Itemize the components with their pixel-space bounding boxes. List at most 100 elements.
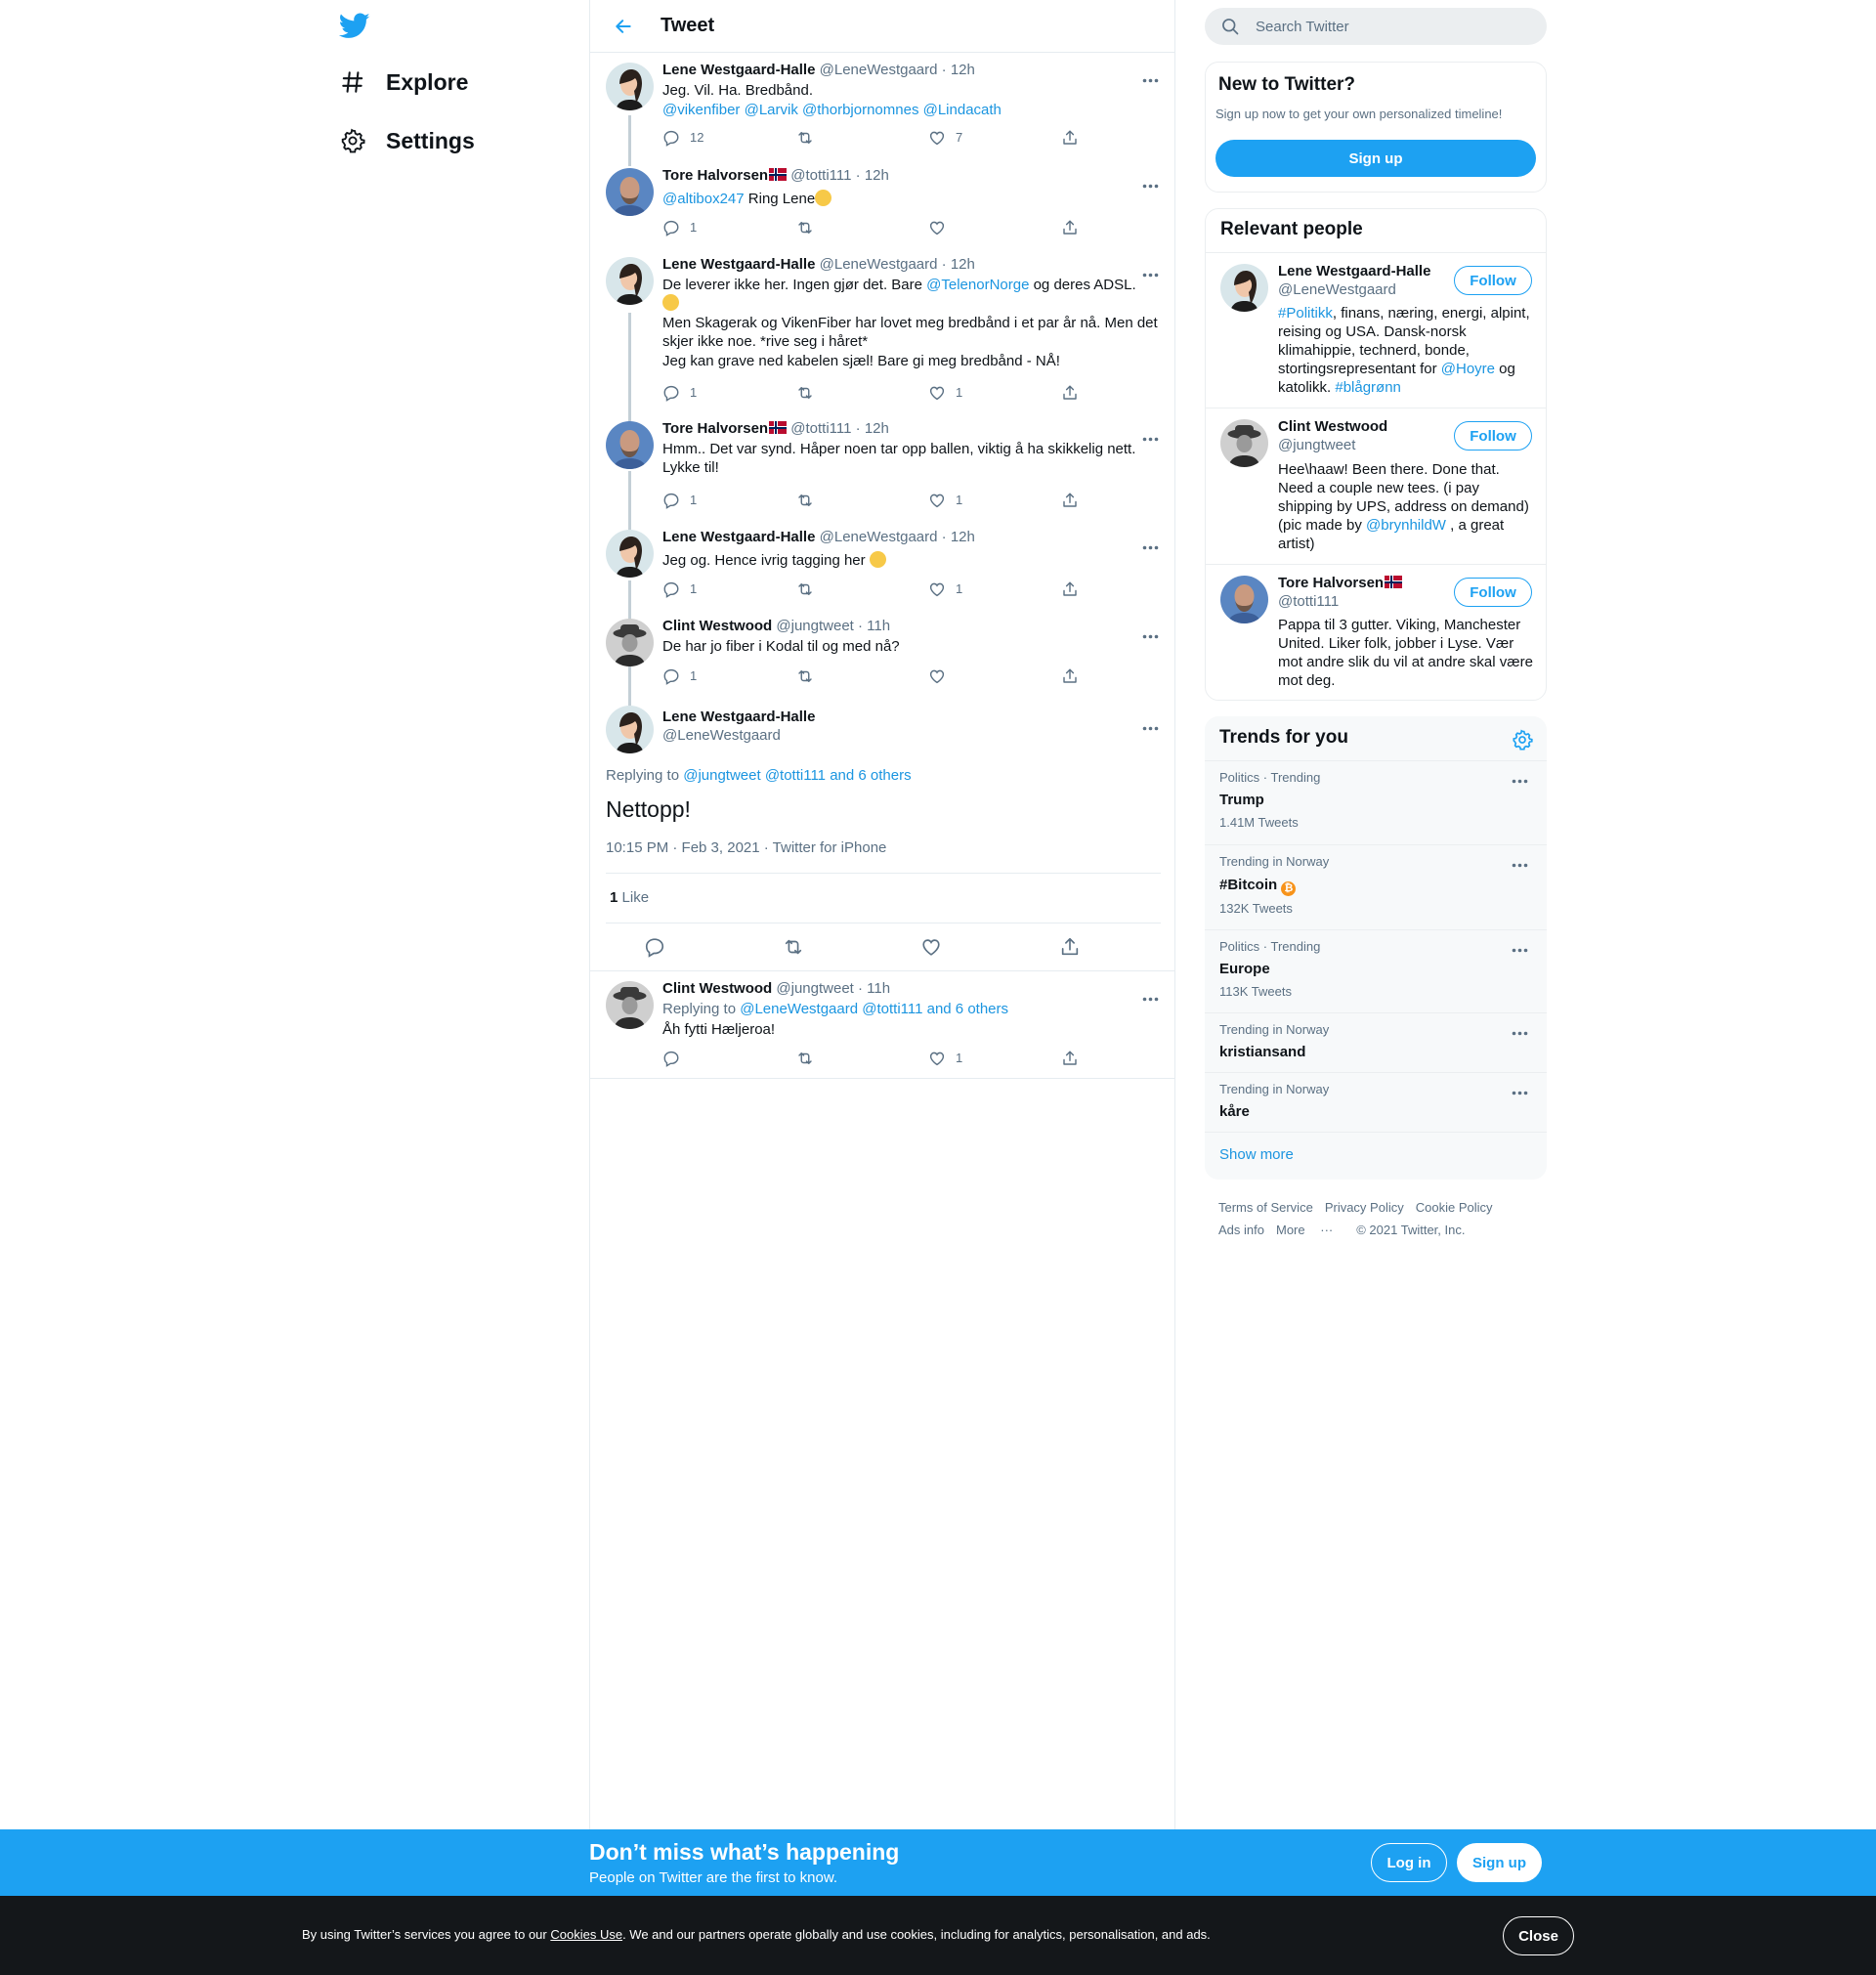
more-options-icon[interactable]	[1512, 855, 1531, 875]
retweet-button[interactable]	[782, 936, 805, 963]
like-button[interactable]: 1	[928, 492, 962, 511]
reply-button[interactable]: 1	[662, 384, 697, 404]
retweet-button[interactable]	[795, 219, 815, 238]
cookies-use-link[interactable]: Cookies Use	[550, 1927, 622, 1942]
avatar[interactable]	[1220, 576, 1268, 623]
cookie-policy-link[interactable]: Cookie Policy	[1416, 1200, 1493, 1215]
share-button[interactable]	[1061, 580, 1079, 600]
reply-button[interactable]	[662, 1050, 680, 1069]
trend-item[interactable]: Trending in Norway kristiansand	[1205, 1012, 1547, 1072]
search-bar[interactable]: Search Twitter	[1205, 8, 1547, 45]
person-item[interactable]: Tore Halvorsen @totti111 Follow Pappa ti…	[1206, 564, 1546, 700]
avatar[interactable]	[606, 63, 654, 110]
author-handle[interactable]: @jungtweet	[776, 618, 853, 634]
retweet-button[interactable]	[795, 667, 815, 687]
like-stat[interactable]: 1 Like	[610, 889, 649, 906]
reply-button[interactable]: 12	[662, 129, 704, 149]
tweet[interactable]: Tore Halvorsen @totti111 · 12h @altibox2…	[590, 158, 1175, 247]
more-options-icon[interactable]	[1140, 537, 1160, 557]
author-name[interactable]: Clint Westwood	[662, 618, 772, 634]
trend-item[interactable]: Politics · Trending Trump 1.41M Tweets	[1205, 760, 1547, 844]
follow-button[interactable]: Follow	[1454, 421, 1532, 451]
person-name[interactable]: Clint Westwood	[1278, 418, 1387, 435]
tweet[interactable]: Clint Westwood @jungtweet · 11h Replying…	[590, 971, 1175, 1079]
more-options-icon[interactable]	[1140, 176, 1160, 195]
tweet[interactable]: Lene Westgaard-Halle @LeneWestgaard · 12…	[590, 247, 1175, 411]
follow-button[interactable]: Follow	[1454, 266, 1532, 295]
mention-link[interactable]: @TelenorNorge	[926, 277, 1029, 293]
author-handle[interactable]: @LeneWestgaard	[662, 727, 781, 744]
tweet[interactable]: Tore Halvorsen @totti111 · 12h Hmm.. Det…	[590, 411, 1175, 520]
timestamp[interactable]: · 12h	[942, 529, 975, 545]
person-item[interactable]: Clint Westwood @jungtweet Follow Hee\haa…	[1206, 408, 1546, 564]
author-handle[interactable]: @jungtweet	[776, 980, 853, 997]
show-more-link[interactable]: Show more	[1219, 1146, 1294, 1163]
timestamp[interactable]: · 12h	[942, 62, 975, 78]
share-button[interactable]	[1061, 384, 1079, 404]
mention-links[interactable]: @vikenfiber @Larvik @thorbjornomnes @Lin…	[662, 101, 1161, 119]
replying-to-links[interactable]: @LeneWestgaard @totti111 and 6 others	[740, 1001, 1008, 1017]
share-button[interactable]	[1061, 219, 1079, 238]
like-button[interactable]: 1	[928, 1050, 962, 1069]
more-options-icon[interactable]	[1512, 1023, 1531, 1043]
tweet[interactable]: Clint Westwood @jungtweet · 11h De har j…	[590, 609, 1175, 696]
tweet-meta[interactable]: 10:15 PM · Feb 3, 2021 · Twitter for iPh…	[606, 839, 886, 856]
avatar[interactable]	[606, 257, 654, 305]
share-button[interactable]	[1061, 129, 1079, 149]
avatar[interactable]	[1220, 419, 1268, 467]
share-button[interactable]	[1061, 1050, 1079, 1069]
replying-to-links[interactable]: @jungtweet @totti111 and 6 others	[683, 767, 911, 784]
timestamp[interactable]: · 11h	[858, 980, 890, 997]
more-options-icon[interactable]	[1140, 626, 1160, 646]
signup-button[interactable]: Sign up	[1215, 140, 1536, 177]
mention-link[interactable]: @altibox247	[662, 191, 745, 207]
author-name[interactable]: Lene Westgaard-Halle	[662, 529, 815, 545]
more-options-icon[interactable]	[1140, 70, 1160, 90]
mention-link[interactable]: @brynhildW	[1366, 517, 1446, 534]
author-name[interactable]: Tore Halvorsen	[662, 167, 768, 184]
like-button[interactable]: 1	[928, 384, 962, 404]
more-options-icon[interactable]	[1140, 989, 1160, 1009]
reply-button[interactable]: 1	[662, 667, 697, 687]
author-name[interactable]: Lene Westgaard-Halle	[662, 708, 815, 725]
share-button[interactable]	[1059, 936, 1081, 963]
more-options-icon[interactable]	[1512, 771, 1531, 791]
author-name[interactable]: Tore Halvorsen	[662, 420, 768, 437]
follow-button[interactable]: Follow	[1454, 578, 1532, 607]
twitter-logo-icon[interactable]	[338, 10, 372, 43]
signup-button[interactable]: Sign up	[1457, 1843, 1542, 1882]
like-button[interactable]: 7	[928, 129, 962, 149]
retweet-button[interactable]	[795, 129, 825, 149]
trend-item[interactable]: Trending in Norway #Bitcoin ₿ 132K Tweet…	[1205, 844, 1547, 929]
person-name[interactable]: Tore Halvorsen	[1278, 575, 1384, 591]
ads-info-link[interactable]: Ads info	[1218, 1223, 1264, 1237]
more-link[interactable]: More ···	[1276, 1223, 1344, 1237]
author-name[interactable]: Clint Westwood	[662, 980, 772, 997]
avatar[interactable]	[606, 706, 654, 753]
login-button[interactable]: Log in	[1371, 1843, 1447, 1882]
reply-button[interactable]	[644, 936, 665, 963]
avatar[interactable]	[606, 168, 654, 216]
like-button[interactable]	[928, 219, 946, 238]
mention-link[interactable]: @Hoyre	[1441, 361, 1495, 377]
retweet-button[interactable]	[795, 384, 815, 404]
trend-item[interactable]: Trending in Norway kåre	[1205, 1072, 1547, 1132]
reply-button[interactable]: 1	[662, 580, 697, 600]
person-handle[interactable]: @totti111	[1278, 593, 1339, 610]
avatar[interactable]	[606, 981, 654, 1029]
share-button[interactable]	[1061, 492, 1079, 511]
trend-item[interactable]: Politics · Trending Europe 113K Tweets	[1205, 929, 1547, 1012]
timestamp[interactable]: · 12h	[856, 167, 889, 184]
avatar[interactable]	[606, 619, 654, 666]
more-options-icon[interactable]	[1512, 940, 1531, 960]
person-handle[interactable]: @LeneWestgaard	[1278, 281, 1396, 298]
author-handle[interactable]: @LeneWestgaard	[820, 256, 938, 273]
terms-link[interactable]: Terms of Service	[1218, 1200, 1313, 1215]
timestamp[interactable]: · 12h	[942, 256, 975, 273]
author-handle[interactable]: @totti111	[790, 420, 851, 437]
reply-button[interactable]: 1	[662, 492, 697, 511]
author-name[interactable]: Lene Westgaard-Halle	[662, 256, 815, 273]
timestamp[interactable]: · 12h	[856, 420, 889, 437]
trends-settings-icon[interactable]	[1512, 729, 1533, 751]
avatar[interactable]	[606, 530, 654, 578]
